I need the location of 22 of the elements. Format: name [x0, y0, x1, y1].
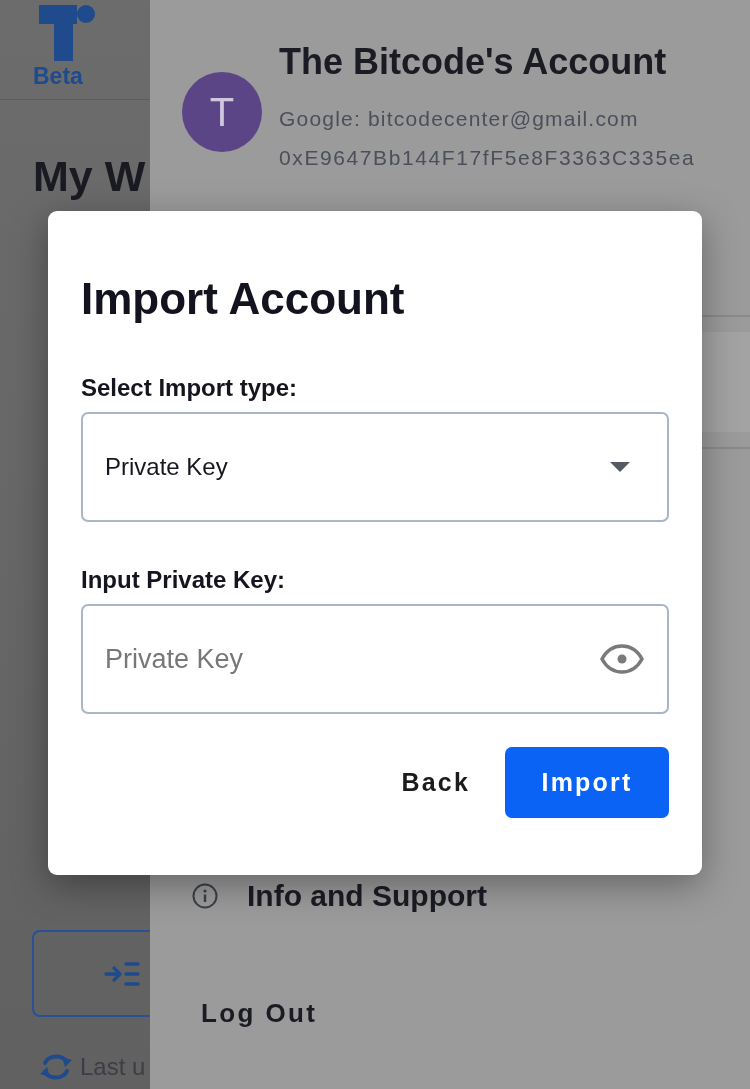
back-button[interactable]: Back: [385, 747, 486, 818]
dialog-title: Import Account: [81, 273, 406, 325]
menu-item[interactable]: Info and Support: [247, 876, 487, 916]
beta-label: Beta: [33, 62, 84, 90]
page-heading: My W: [33, 151, 147, 202]
avatar: T: [182, 72, 262, 152]
arrow-lines-icon: [104, 960, 140, 987]
wallet-address: 0xE9647Bb144F17fF5e8F3363C335ea: [279, 145, 696, 171]
account-name: The Bitcode's Account: [279, 40, 668, 84]
dropdown-caret-icon: [610, 462, 630, 472]
account-email: Google: bitcodecenter@gmail.com: [279, 106, 640, 132]
private-key-field[interactable]: Private Key: [81, 604, 669, 714]
import-button[interactable]: Import: [505, 747, 669, 818]
field-label: Select Import type:: [81, 373, 299, 403]
logout-item[interactable]: Log Out: [201, 995, 318, 1031]
info-icon: [192, 883, 218, 909]
select-value: Private Key: [105, 452, 228, 482]
field-label: Input Private Key:: [81, 565, 287, 595]
eye-icon[interactable]: [600, 644, 644, 674]
refresh-icon[interactable]: [38, 1051, 74, 1083]
import-type-select[interactable]: Private Key: [81, 412, 669, 522]
logo-icon: [39, 5, 95, 62]
